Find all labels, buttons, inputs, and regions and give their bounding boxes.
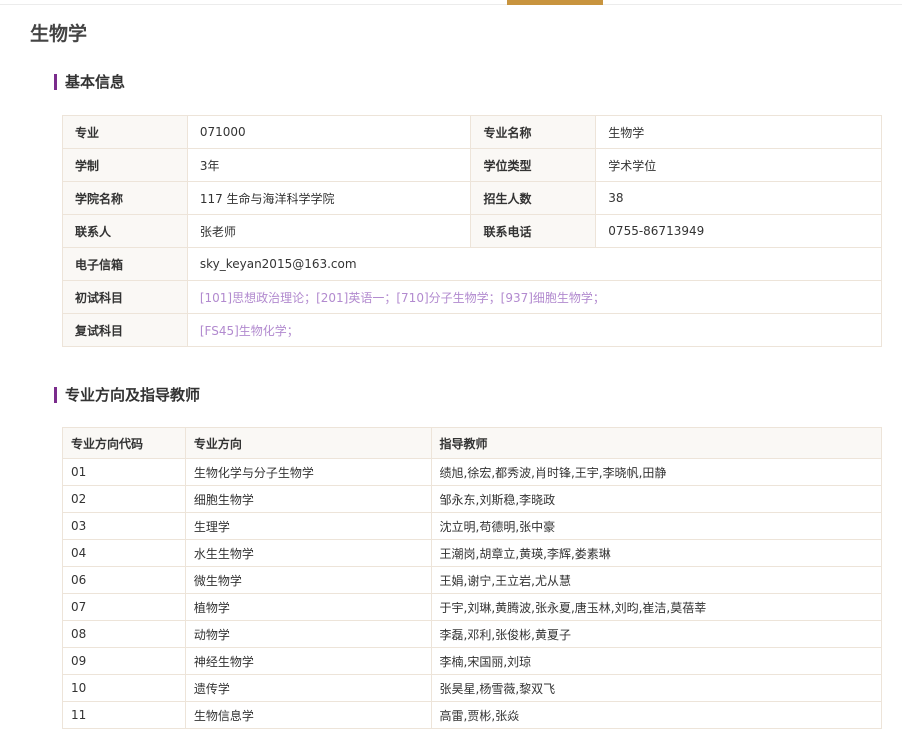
- direction-name: 水生生物学: [184, 539, 432, 567]
- direction-code: 07: [62, 593, 186, 621]
- supervisors: 李磊,邓利,张俊彬,黄夏子: [430, 620, 883, 648]
- table-row: 01 生物化学与分子生物学 绩旭,徐宏,都秀波,肖时锋,王宇,李晓帆,田静: [62, 458, 883, 486]
- major-name-label: 专业名称: [470, 115, 597, 149]
- section-heading-text: 基本信息: [65, 73, 126, 91]
- college-value: 117 生命与海洋科学学院: [186, 181, 472, 215]
- table-row: 10 遗传学 张昊星,杨雪薇,黎双飞: [62, 674, 883, 702]
- college-label: 学院名称: [62, 181, 188, 215]
- contact-value: 张老师: [186, 214, 472, 248]
- info-row: 电子信箱 sky_keyan2015@163.com: [62, 247, 883, 281]
- info-row: 学制 3年 学位类型 学术学位: [62, 148, 882, 182]
- direction-name: 生理学: [184, 512, 432, 540]
- enrollment-label: 招生人数: [470, 181, 597, 215]
- directions-table: 专业方向代码 专业方向 指导教师 01 生物化学与分子生物学 绩旭,徐宏,都秀波…: [62, 427, 883, 729]
- active-tab-indicator: [507, 0, 603, 5]
- table-row: 04 水生生物学 王潮岗,胡章立,黄瑛,李辉,娄素琳: [62, 539, 883, 567]
- email-label: 电子信箱: [62, 247, 188, 281]
- section-accent-bar: [54, 74, 57, 90]
- direction-name: 神经生物学: [184, 647, 432, 675]
- supervisors: 李楠,宋国丽,刘琼: [430, 647, 883, 675]
- direction-code: 11: [62, 701, 186, 729]
- supervisors: 张昊星,杨雪薇,黎双飞: [430, 674, 883, 702]
- contact-label: 联系人: [62, 214, 188, 248]
- table-row: 07 植物学 于宇,刘琳,黄腾波,张永夏,唐玉林,刘昀,崔洁,莫蓓莘: [62, 593, 883, 621]
- table-row: 03 生理学 沈立明,苟德明,张中豪: [62, 512, 883, 540]
- column-header-supervisors: 指导教师: [430, 427, 883, 459]
- direction-code: 03: [62, 512, 186, 540]
- phone-label: 联系电话: [470, 214, 597, 248]
- top-divider: [0, 4, 902, 5]
- direction-name: 生物信息学: [184, 701, 432, 729]
- section-heading-directions: 专业方向及指导教师: [54, 385, 200, 405]
- table-row: 02 细胞生物学 邹永东,刘斯稳,李晓政: [62, 485, 883, 513]
- major-value: 071000: [186, 115, 472, 149]
- direction-code: 02: [62, 485, 186, 513]
- direction-name: 细胞生物学: [184, 485, 432, 513]
- major-name-value: 生物学: [595, 115, 882, 149]
- column-header-direction: 专业方向: [184, 427, 432, 459]
- direction-code: 08: [62, 620, 186, 648]
- direction-name: 生物化学与分子生物学: [184, 458, 432, 486]
- supervisors: 沈立明,苟德明,张中豪: [430, 512, 883, 540]
- email-value: sky_keyan2015@163.com: [186, 247, 883, 281]
- supervisors: 于宇,刘琳,黄腾波,张永夏,唐玉林,刘昀,崔洁,莫蓓莘: [430, 593, 883, 621]
- info-row: 联系人 张老师 联系电话 0755-86713949: [62, 214, 882, 248]
- info-row: 初试科目 [101]思想政治理论；[201]英语一；[710]分子生物学；[93…: [62, 280, 883, 314]
- exam-subjects-link[interactable]: [101]思想政治理论；[201]英语一；[710]分子生物学；[937]细胞生…: [186, 280, 883, 314]
- degree-type-value: 学术学位: [595, 148, 882, 182]
- direction-code: 09: [62, 647, 186, 675]
- table-row: 08 动物学 李磊,邓利,张俊彬,黄夏子: [62, 620, 883, 648]
- section-heading-basic-info: 基本信息: [54, 72, 125, 92]
- table-row: 09 神经生物学 李楠,宋国丽,刘琼: [62, 647, 883, 675]
- info-row: 学院名称 117 生命与海洋科学学院 招生人数 38: [62, 181, 882, 215]
- enrollment-value: 38: [595, 181, 882, 215]
- direction-code: 04: [62, 539, 186, 567]
- info-row: 专业 071000 专业名称 生物学: [62, 115, 882, 149]
- supervisors: 绩旭,徐宏,都秀波,肖时锋,王宇,李晓帆,田静: [430, 458, 883, 486]
- direction-code: 01: [62, 458, 186, 486]
- table-row: 11 生物信息学 高雷,贾彬,张焱: [62, 701, 883, 729]
- major-label: 专业: [62, 115, 188, 149]
- retest-subjects-label: 复试科目: [62, 313, 188, 347]
- section-heading-text: 专业方向及指导教师: [65, 386, 201, 404]
- phone-value: 0755-86713949: [595, 214, 882, 248]
- supervisors: 王娟,谢宁,王立岩,尤从慧: [430, 566, 883, 594]
- degree-type-label: 学位类型: [470, 148, 597, 182]
- info-row: 复试科目 [FS45]生物化学；: [62, 313, 883, 347]
- supervisors: 高雷,贾彬,张焱: [430, 701, 883, 729]
- direction-code: 10: [62, 674, 186, 702]
- direction-name: 遗传学: [184, 674, 432, 702]
- direction-name: 动物学: [184, 620, 432, 648]
- supervisors: 邹永东,刘斯稳,李晓政: [430, 485, 883, 513]
- direction-name: 微生物学: [184, 566, 432, 594]
- direction-code: 06: [62, 566, 186, 594]
- duration-value: 3年: [186, 148, 472, 182]
- section-accent-bar: [54, 387, 57, 403]
- column-header-code: 专业方向代码: [62, 427, 186, 459]
- duration-label: 学制: [62, 148, 188, 182]
- direction-name: 植物学: [184, 593, 432, 621]
- supervisors: 王潮岗,胡章立,黄瑛,李辉,娄素琳: [430, 539, 883, 567]
- page-title: 生物学: [30, 23, 88, 45]
- table-row: 06 微生物学 王娟,谢宁,王立岩,尤从慧: [62, 566, 883, 594]
- basic-info-table: 专业 071000 专业名称 生物学 学制 3年 学位类型 学术学位 学院名称 …: [62, 115, 883, 347]
- table-header-row: 专业方向代码 专业方向 指导教师: [62, 427, 883, 459]
- retest-subjects-link[interactable]: [FS45]生物化学；: [186, 313, 883, 347]
- exam-subjects-label: 初试科目: [62, 280, 188, 314]
